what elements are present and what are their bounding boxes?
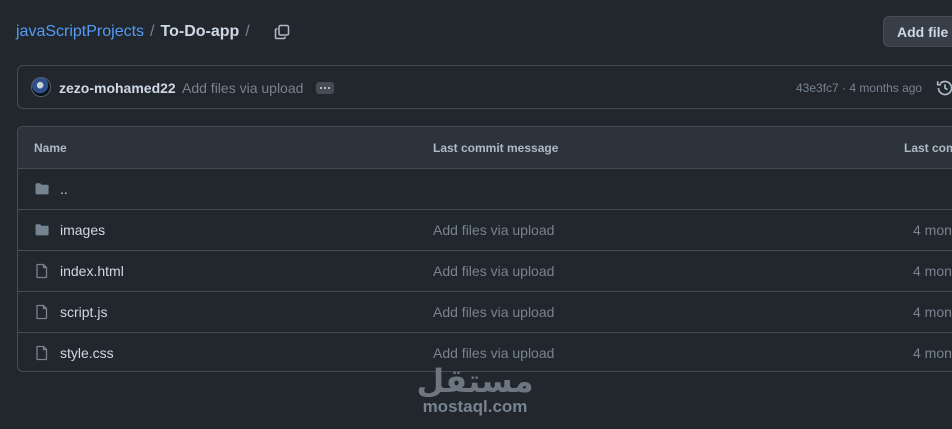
row-commit-date: 4 mon (913, 345, 952, 361)
column-header-message: Last commit message (433, 141, 559, 155)
row-commit-message[interactable]: Add files via upload (433, 263, 554, 279)
folder-icon (35, 224, 49, 236)
watermark-arabic: مستقل (416, 362, 534, 400)
row-commit-message[interactable]: Add files via upload (433, 345, 554, 361)
commit-message[interactable]: Add files via upload (182, 80, 303, 96)
breadcrumb-repo-link[interactable]: javaScriptProjects (16, 23, 144, 41)
row-commit-date: 4 mon (913, 222, 952, 238)
file-name[interactable]: script.js (60, 304, 107, 320)
row-commit-date: 4 mon (913, 263, 952, 279)
row-commit-message[interactable]: Add files via upload (433, 304, 554, 320)
avatar[interactable] (31, 77, 51, 97)
meta-separator: · (842, 81, 847, 95)
folder-icon (35, 183, 49, 195)
copy-icon (274, 24, 289, 40)
file-icon (36, 304, 48, 320)
file-table: Name Last commit message Last com .. ima… (17, 126, 952, 372)
column-header-name: Name (34, 141, 67, 155)
file-icon (36, 345, 48, 361)
file-icon (36, 263, 48, 279)
history-icon (936, 80, 952, 96)
file-name[interactable]: style.css (60, 345, 114, 361)
commit-author[interactable]: zezo-mohamed22 (59, 80, 176, 96)
breadcrumb-current-folder: To-Do-app (160, 23, 240, 40)
file-name[interactable]: .. (60, 181, 68, 197)
row-commit-date: 4 mon (913, 304, 952, 320)
breadcrumb-separator: / (245, 23, 250, 40)
copy-path-button[interactable] (272, 22, 292, 42)
watermark-logo: مستقل mostaql.com (413, 364, 537, 416)
table-row[interactable]: index.html Add files via upload 4 mon (18, 251, 952, 292)
table-header: Name Last commit message Last com (18, 127, 952, 169)
table-row[interactable]: script.js Add files via upload 4 mon (18, 292, 952, 333)
table-row[interactable]: images Add files via upload 4 mon (18, 210, 952, 251)
breadcrumb: javaScriptProjects / To-Do-app / (16, 21, 292, 43)
ellipsis-icon (320, 87, 322, 89)
latest-commit-bar: zezo-mohamed22 Add files via upload 43e3… (17, 65, 952, 109)
add-file-button[interactable]: Add file (883, 16, 952, 47)
file-name[interactable]: index.html (60, 263, 124, 279)
history-button[interactable] (936, 79, 952, 100)
column-header-date: Last com (904, 141, 952, 155)
add-file-label: Add file (897, 23, 949, 40)
row-commit-message[interactable]: Add files via upload (433, 222, 554, 238)
table-row[interactable]: .. (18, 169, 952, 210)
commit-time: 4 months ago (849, 81, 923, 95)
breadcrumb-separator: / (150, 23, 155, 40)
commit-hash[interactable]: 43e3fc7 (796, 81, 839, 95)
commit-meta: 43e3fc7 · 4 months ago (796, 81, 922, 95)
watermark-latin: mostaql.com (422, 397, 528, 416)
expand-commit-message-button[interactable] (316, 82, 334, 94)
file-name[interactable]: images (60, 222, 105, 238)
